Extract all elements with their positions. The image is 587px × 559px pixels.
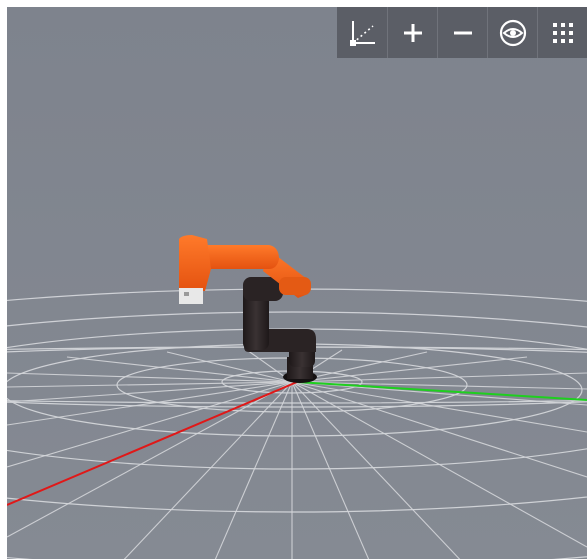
zoom-out-button[interactable]	[437, 7, 487, 58]
plus-icon	[403, 23, 422, 42]
3d-viewport[interactable]	[7, 7, 587, 559]
axes-icon	[350, 20, 375, 46]
eye-icon	[499, 19, 526, 46]
robot-orange-forearm	[179, 235, 211, 291]
robot-orange-joint	[279, 277, 311, 295]
visibility-button[interactable]	[487, 7, 537, 58]
viewer-toolbar	[337, 7, 587, 58]
viewer-frame	[7, 7, 587, 559]
minus-icon	[453, 31, 472, 34]
menu-button[interactable]	[537, 7, 587, 58]
zoom-in-button[interactable]	[387, 7, 437, 58]
axes-toggle-button[interactable]	[337, 7, 387, 58]
robot-gripper	[179, 288, 203, 304]
robot-orange-link-upper	[203, 245, 279, 269]
robot-gripper-detail	[184, 292, 189, 296]
grid-dots-icon	[552, 22, 573, 43]
